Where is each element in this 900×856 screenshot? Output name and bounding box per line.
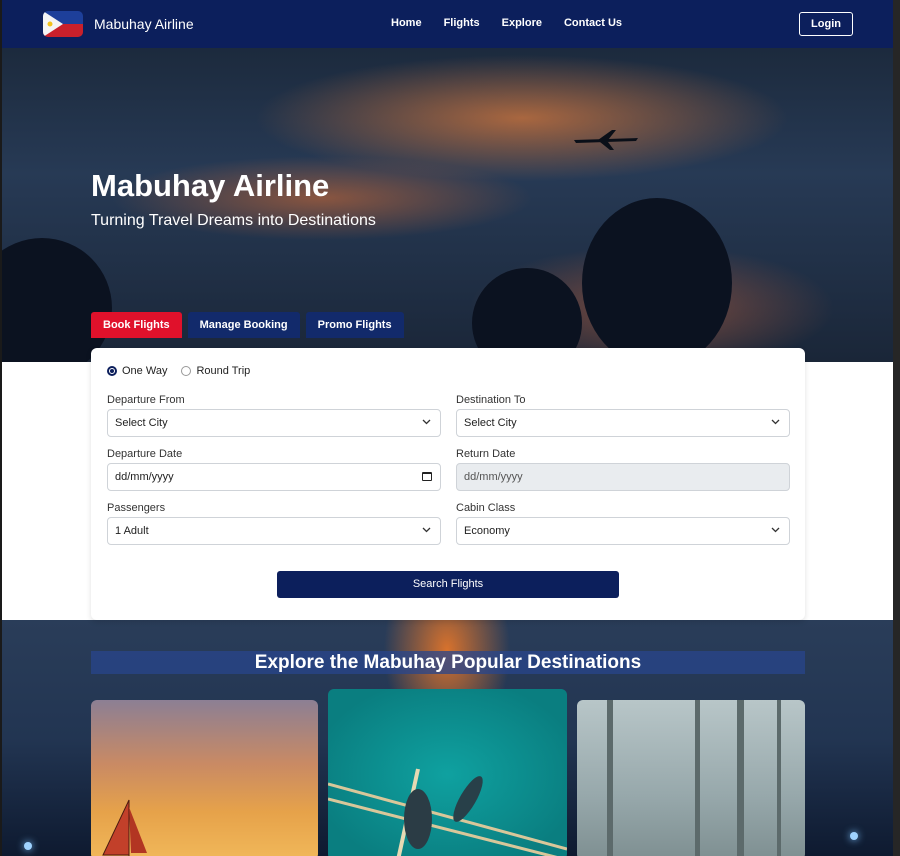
chevron-down-icon — [771, 419, 780, 425]
calendar-icon[interactable] — [422, 472, 432, 481]
chevron-down-icon — [771, 527, 780, 533]
destination-card-sunset-boat[interactable] — [91, 700, 318, 856]
destination-card-sea-boat[interactable] — [328, 689, 567, 856]
destination-to-value: Select City — [464, 417, 517, 429]
departure-from-select[interactable]: Select City — [107, 409, 441, 437]
tab-book-flights[interactable]: Book Flights — [91, 312, 182, 338]
top-navbar: Mabuhay Airline Home Flights Explore Con… — [2, 0, 893, 48]
destination-to-label: Destination To — [456, 394, 526, 406]
departure-date-label: Departure Date — [107, 448, 183, 460]
cabin-light — [24, 842, 32, 850]
sailboat-image — [102, 799, 147, 856]
cloud-silhouette — [582, 198, 732, 362]
cabin-class-select[interactable]: Economy — [456, 517, 790, 545]
airplane-icon — [574, 130, 638, 150]
window-scrollbar[interactable] — [893, 0, 900, 856]
chevron-down-icon — [422, 527, 431, 533]
philippine-flag-logo — [43, 11, 83, 37]
return-date-field: Return Date dd/mm/yyyy — [456, 448, 790, 491]
cabin-class-value: Economy — [464, 525, 510, 537]
departure-from-value: Select City — [115, 417, 168, 429]
destination-to-field: Destination To Select City — [456, 394, 790, 437]
departure-date-value: dd/mm/yyyy — [115, 471, 174, 483]
cloud-silhouette — [2, 238, 112, 362]
departure-from-field: Departure From Select City — [107, 394, 441, 437]
tab-promo-flights[interactable]: Promo Flights — [305, 312, 404, 338]
brand[interactable]: Mabuhay Airline — [43, 11, 194, 37]
passengers-field: Passengers 1 Adult — [107, 502, 441, 545]
nav-contact-us[interactable]: Contact Us — [564, 17, 622, 29]
destination-card-misty-forest[interactable] — [577, 700, 805, 856]
destination-to-select[interactable]: Select City — [456, 409, 790, 437]
nav-flights[interactable]: Flights — [444, 17, 480, 29]
booking-tabs: Book Flights Manage Booking Promo Flight… — [91, 312, 410, 338]
chevron-down-icon — [422, 419, 431, 425]
tab-manage-booking[interactable]: Manage Booking — [187, 312, 300, 338]
passengers-value: 1 Adult — [115, 525, 149, 537]
login-button[interactable]: Login — [799, 12, 853, 36]
cabin-class-label: Cabin Class — [456, 502, 516, 514]
departure-date-field: Departure Date dd/mm/yyyy — [107, 448, 441, 491]
hero-title: Mabuhay Airline — [91, 168, 330, 203]
hero-subtitle: Turning Travel Dreams into Destinations — [91, 212, 376, 229]
cabin-class-field: Cabin Class Economy — [456, 502, 790, 545]
nav-links: Home Flights Explore Contact Us — [391, 17, 644, 29]
explore-section: Explore the Mabuhay Popular Destinations — [2, 620, 893, 856]
return-date-input: dd/mm/yyyy — [456, 463, 790, 491]
flight-search-form: One Way Round Trip Departure From Select… — [91, 348, 805, 620]
brand-name: Mabuhay Airline — [94, 16, 194, 32]
tree-trunk — [737, 700, 744, 856]
one-way-radio[interactable] — [107, 366, 117, 376]
nav-home[interactable]: Home — [391, 17, 422, 29]
round-trip-radio[interactable] — [181, 366, 192, 376]
passengers-select[interactable]: 1 Adult — [107, 517, 441, 545]
nav-explore[interactable]: Explore — [502, 17, 542, 29]
tree-trunk — [607, 700, 613, 856]
window-edge-left — [0, 0, 2, 856]
hero-section: Mabuhay Airline Turning Travel Dreams in… — [2, 48, 893, 362]
search-flights-button[interactable]: Search Flights — [277, 571, 619, 598]
explore-title: Explore the Mabuhay Popular Destinations — [254, 652, 642, 673]
departure-date-input[interactable]: dd/mm/yyyy — [107, 463, 441, 491]
explore-title-bar: Explore the Mabuhay Popular Destinations — [91, 651, 805, 674]
tree-trunk — [695, 700, 700, 856]
tree-trunk — [777, 700, 781, 856]
departure-from-label: Departure From — [107, 394, 185, 406]
round-trip-label[interactable]: Round Trip — [196, 365, 250, 377]
passengers-label: Passengers — [107, 502, 166, 514]
cabin-light — [850, 832, 858, 840]
one-way-label[interactable]: One Way — [122, 365, 167, 377]
outrigger-boat-image — [328, 768, 567, 856]
return-date-label: Return Date — [456, 448, 516, 460]
return-date-value: dd/mm/yyyy — [464, 471, 523, 483]
trip-type-group: One Way Round Trip — [107, 365, 264, 377]
